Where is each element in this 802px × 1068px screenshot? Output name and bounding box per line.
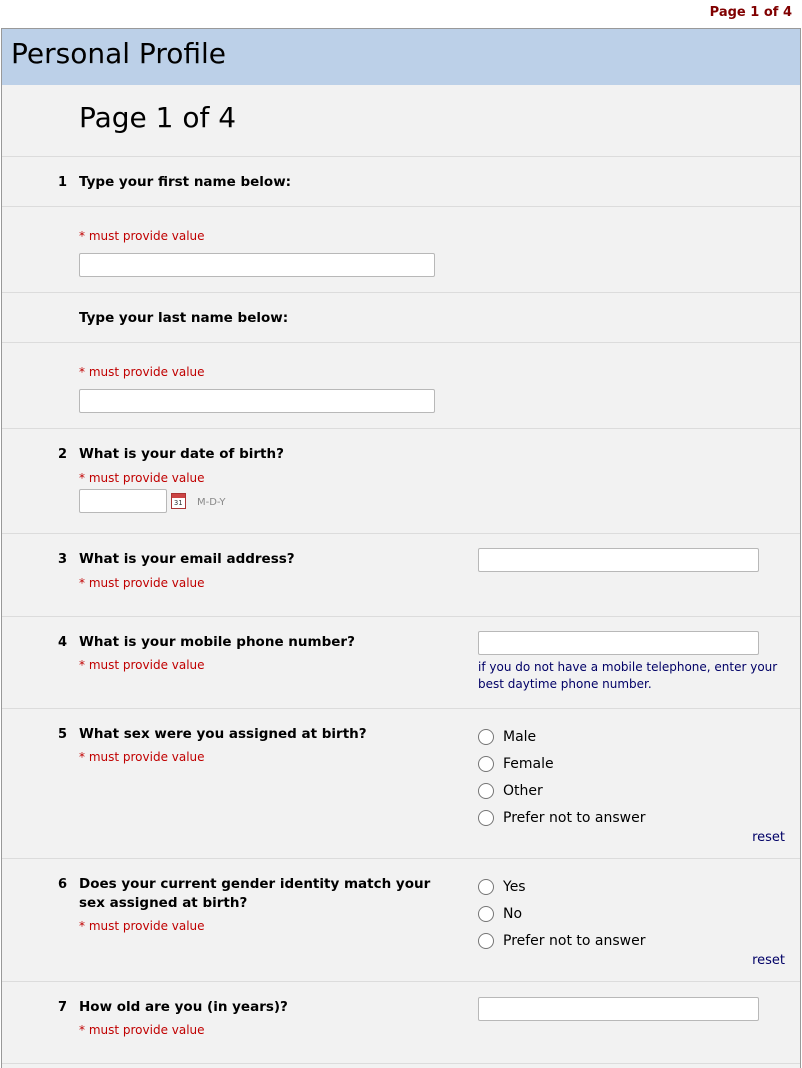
radio-option-prefer-not[interactable]: Prefer not to answer	[478, 933, 645, 949]
question-text: What is your date of birth?	[79, 446, 284, 462]
last-name-label-row: Type your last name below:	[2, 293, 800, 343]
radio-label: Male	[503, 729, 537, 745]
question-text: Type your first name below:	[79, 174, 292, 190]
question-text: Does your current gender identity match …	[79, 876, 431, 911]
question-number: 3	[58, 552, 68, 567]
top-bar: Page 1 of 4	[0, 0, 802, 28]
question-number: 2	[58, 447, 68, 462]
radio-button[interactable]	[478, 879, 494, 895]
question-text: Type your last name below:	[79, 310, 289, 326]
reset-link[interactable]: reset	[752, 830, 785, 845]
radio-label: Female	[503, 756, 554, 772]
radio-button[interactable]	[478, 906, 494, 922]
radio-option-female[interactable]: Female	[478, 756, 554, 772]
question-4-row: 4 What is your mobile phone number? * mu…	[2, 617, 800, 709]
radio-button[interactable]	[478, 756, 494, 772]
required-note: * must provide value	[79, 229, 205, 243]
page-indicator: Page 1 of 4	[709, 5, 792, 20]
radio-option-no[interactable]: No	[478, 906, 522, 922]
required-note: * must provide value	[79, 919, 205, 933]
radio-option-prefer-not[interactable]: Prefer not to answer	[478, 810, 645, 826]
question-3-row: 3 What is your email address? * must pro…	[2, 534, 800, 617]
date-format-label: M-D-Y	[197, 497, 226, 508]
phone-input[interactable]	[478, 631, 759, 655]
question-number: 1	[58, 175, 68, 190]
question-number: 7	[58, 1000, 68, 1015]
radio-button[interactable]	[478, 933, 494, 949]
question-text: What is your mobile phone number?	[79, 634, 355, 650]
radio-label: Prefer not to answer	[503, 933, 646, 949]
phone-help-note: if you do not have a mobile telephone, e…	[478, 660, 778, 691]
first-name-input-row: * must provide value	[2, 207, 800, 293]
radio-label: Other	[503, 783, 543, 799]
last-name-input[interactable]	[79, 389, 435, 413]
calendar-icon[interactable]: 31	[171, 493, 186, 509]
question-6-row: 6 Does your current gender identity matc…	[2, 859, 800, 982]
question-5-row: 5 What sex were you assigned at birth? *…	[2, 709, 800, 859]
page-header: Page 1 of 4	[2, 85, 800, 157]
page-heading: Page 1 of 4	[79, 101, 237, 134]
required-note: * must provide value	[79, 750, 205, 764]
survey-title-bar: Personal Profile	[2, 29, 800, 85]
radio-option-yes[interactable]: Yes	[478, 879, 526, 895]
radio-label: Yes	[503, 879, 526, 895]
question-number: 4	[58, 635, 68, 650]
question-7-row: 7 How old are you (in years)? * must pro…	[2, 982, 800, 1064]
radio-option-other[interactable]: Other	[478, 783, 543, 799]
question-1-row: 1 Type your first name below:	[2, 157, 800, 207]
radio-button[interactable]	[478, 810, 494, 826]
radio-button[interactable]	[478, 729, 494, 745]
required-note: * must provide value	[79, 576, 205, 590]
question-number: 6	[58, 877, 68, 892]
email-input[interactable]	[478, 548, 759, 572]
survey-container: Personal Profile Page 1 of 4 1 Type your…	[1, 28, 801, 1068]
first-name-input[interactable]	[79, 253, 435, 277]
required-note: * must provide value	[79, 658, 205, 672]
radio-option-male[interactable]: Male	[478, 729, 536, 745]
reset-link[interactable]: reset	[752, 953, 785, 968]
radio-label: Prefer not to answer	[503, 810, 646, 826]
survey-title: Personal Profile	[11, 37, 226, 70]
required-note: * must provide value	[79, 1023, 205, 1037]
question-text: How old are you (in years)?	[79, 999, 288, 1015]
question-2-row: 2 What is your date of birth? * must pro…	[2, 429, 800, 534]
age-input[interactable]	[478, 997, 759, 1021]
radio-button[interactable]	[478, 783, 494, 799]
radio-label: No	[503, 906, 523, 922]
required-note: * must provide value	[79, 471, 205, 485]
question-number: 5	[58, 727, 68, 742]
date-of-birth-input[interactable]	[79, 489, 167, 513]
last-name-input-row: * must provide value	[2, 343, 800, 429]
question-text: What sex were you assigned at birth?	[79, 726, 367, 742]
required-note: * must provide value	[79, 365, 205, 379]
question-text: What is your email address?	[79, 551, 295, 567]
